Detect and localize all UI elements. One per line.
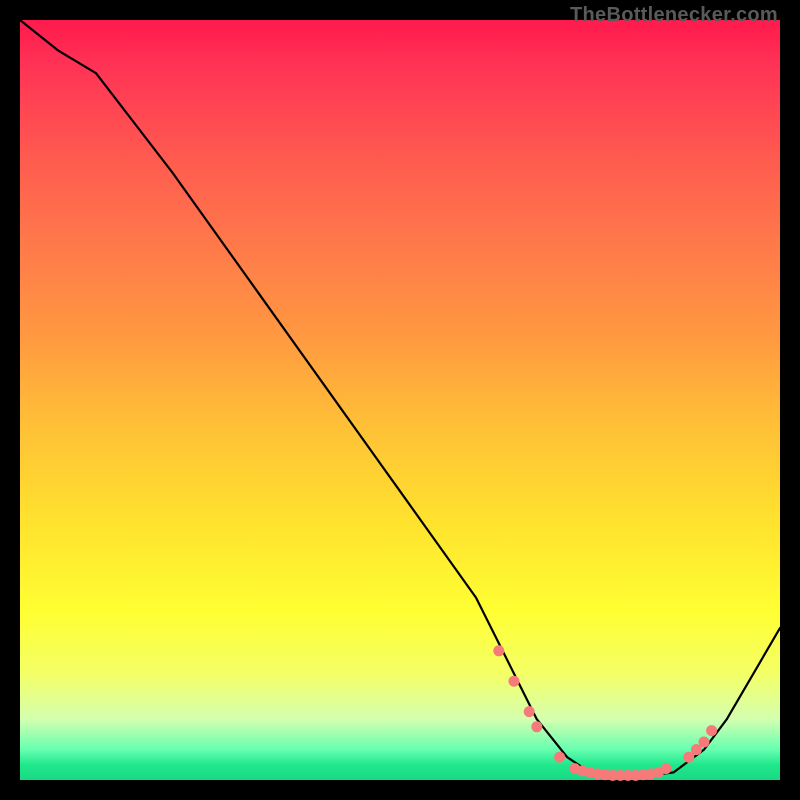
chart-svg: [20, 20, 780, 780]
plot-area: [20, 20, 780, 780]
chart-frame: TheBottlenecker.com: [0, 0, 800, 800]
attribution-label: TheBottlenecker.com: [570, 4, 778, 27]
marker-dot: [661, 763, 672, 774]
marker-dot: [524, 706, 535, 717]
marker-dot: [706, 725, 717, 736]
marker-group: [493, 645, 717, 781]
marker-dot: [554, 752, 565, 763]
marker-dot: [699, 737, 710, 748]
marker-dot: [493, 645, 504, 656]
marker-dot: [509, 676, 520, 687]
marker-dot: [531, 721, 542, 732]
bottleneck-curve: [20, 20, 780, 776]
